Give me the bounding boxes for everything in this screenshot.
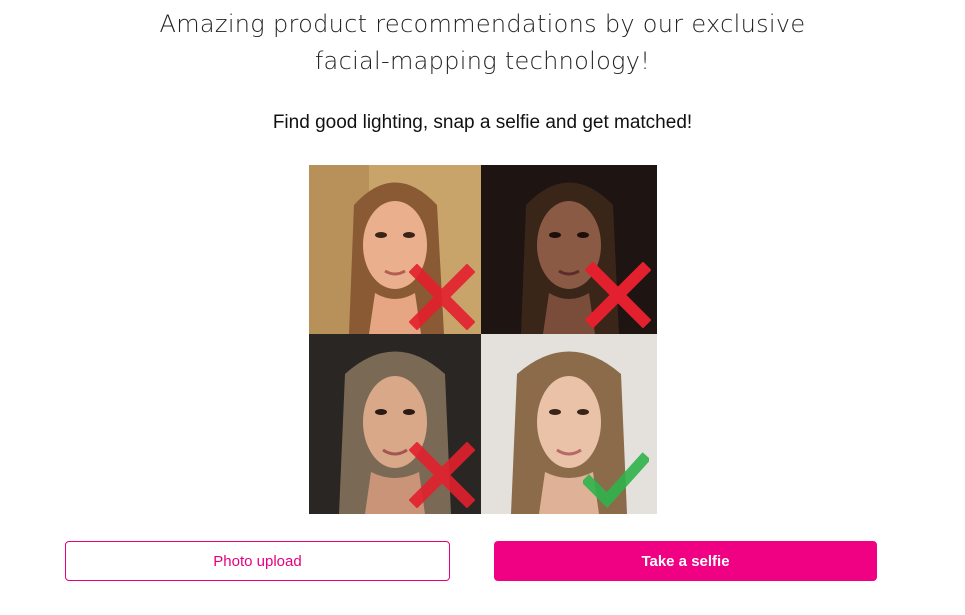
good-lighting-example	[481, 334, 657, 514]
cross-mark-icon	[585, 262, 651, 328]
shadowed-example	[309, 334, 481, 514]
take-selfie-button[interactable]: Take a selfie	[494, 541, 877, 581]
instruction-text: Find good lighting, snap a selfie and ge…	[272, 112, 693, 133]
headline-line-1: Amazing product recommendations by our e…	[159, 10, 806, 38]
page-headline: Amazing product recommendations by our e…	[0, 6, 965, 80]
photo-upload-button[interactable]: Photo upload	[65, 541, 450, 581]
cross-mark-icon	[409, 264, 475, 330]
cross-mark-icon	[409, 442, 475, 508]
check-mark-icon	[583, 452, 649, 508]
overexposed-example	[309, 165, 481, 334]
headline-line-2: facial-mapping technology!	[314, 47, 651, 75]
dark-example	[481, 165, 657, 334]
lighting-examples-grid	[309, 165, 657, 514]
